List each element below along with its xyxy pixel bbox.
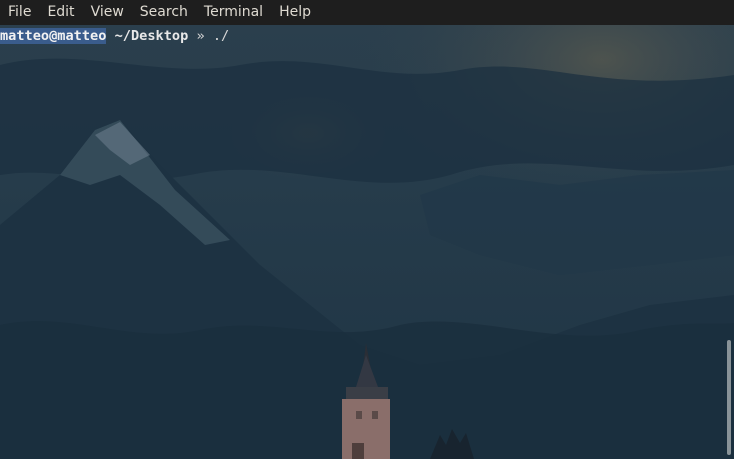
menu-search[interactable]: Search	[132, 0, 196, 25]
background-wallpaper	[0, 25, 734, 459]
menu-edit[interactable]: Edit	[39, 0, 82, 25]
terminal-area[interactable]: matteo@matteo ~/Desktop » ./	[0, 25, 734, 459]
prompt-line: matteo@matteo ~/Desktop » ./	[0, 27, 229, 45]
prompt-path: ~/Desktop	[114, 28, 189, 44]
vertical-scrollbar[interactable]	[724, 25, 734, 459]
scroll-thumb[interactable]	[727, 340, 731, 455]
terminal-window: File Edit View Search Terminal Help matt…	[0, 0, 734, 459]
menu-help[interactable]: Help	[271, 0, 319, 25]
menu-file[interactable]: File	[0, 0, 39, 25]
menu-terminal[interactable]: Terminal	[196, 0, 271, 25]
prompt-user: matteo@matteo	[0, 28, 107, 44]
menu-view[interactable]: View	[83, 0, 132, 25]
command-text: ./	[212, 28, 230, 44]
menubar: File Edit View Search Terminal Help	[0, 0, 734, 25]
prompt-arrow: »	[196, 28, 205, 44]
